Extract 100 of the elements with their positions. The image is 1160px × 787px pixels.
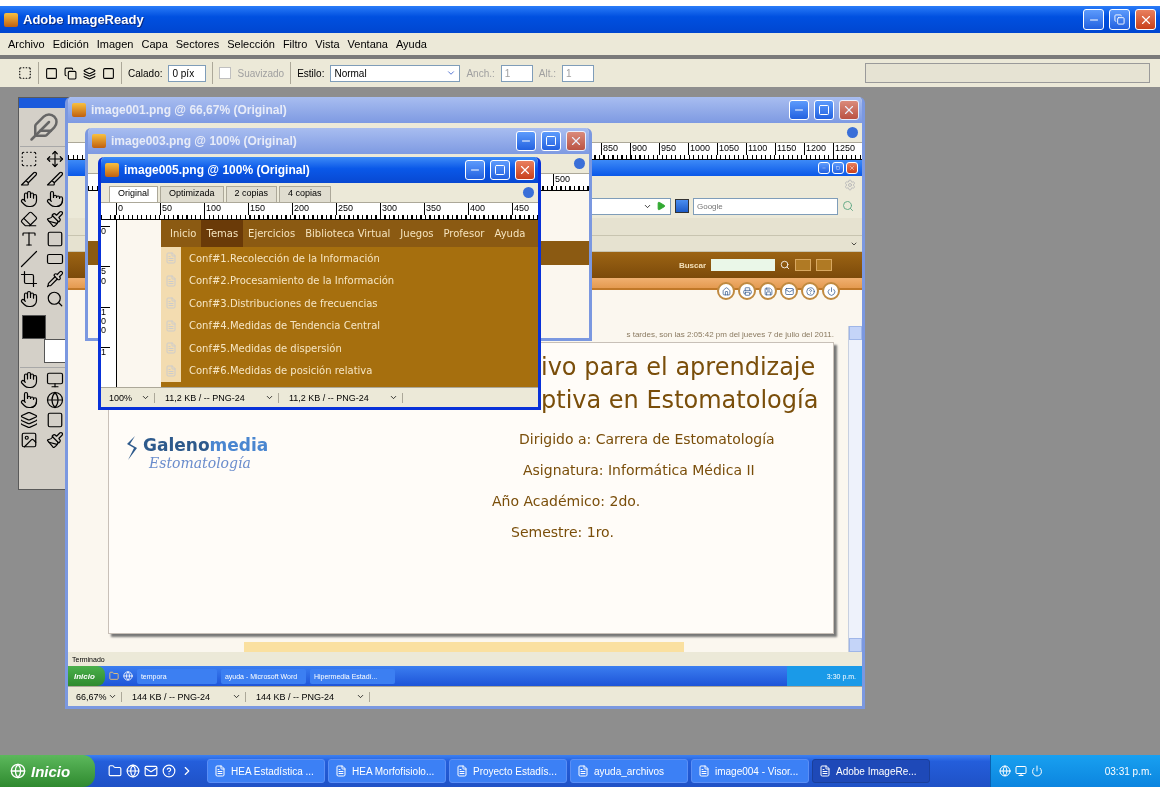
quick-launch-icon[interactable] xyxy=(162,764,176,778)
style-dropdown[interactable]: Normal xyxy=(330,64,461,82)
menu-item[interactable]: Conf#5.Medidas de dispersión xyxy=(189,342,342,354)
quick-launch-icon[interactable] xyxy=(108,764,122,778)
selection-mode-icon[interactable] xyxy=(83,66,96,80)
restore-button[interactable] xyxy=(1109,9,1130,30)
minimize-button[interactable] xyxy=(465,160,485,180)
selection-mode-icon[interactable] xyxy=(102,66,115,80)
menu-arrow-button[interactable] xyxy=(574,158,585,169)
crop-icon[interactable] xyxy=(20,270,38,288)
minimize-button[interactable] xyxy=(789,100,809,120)
close-button[interactable] xyxy=(839,100,859,120)
menu-item[interactable]: Archivo xyxy=(4,38,49,50)
site-search-field[interactable] xyxy=(711,259,775,271)
menu-arrow-button[interactable] xyxy=(847,127,858,138)
zoom-icon[interactable] xyxy=(46,290,64,308)
menu-item[interactable]: Edición xyxy=(48,38,93,50)
menu-item[interactable]: Conf#4.Medidas de Tendencia Central xyxy=(189,320,381,332)
menu-item[interactable]: Filtro xyxy=(278,38,312,50)
tray-icon[interactable] xyxy=(1031,765,1043,777)
search-field[interactable]: Google xyxy=(693,197,838,215)
background-color-swatch[interactable] xyxy=(44,339,68,363)
menu-item[interactable]: Conf#1.Recolección de la Información xyxy=(189,252,380,264)
tray-icon[interactable] xyxy=(1015,765,1027,777)
nav-item[interactable]: Ayuda xyxy=(489,220,531,247)
brush-icon[interactable] xyxy=(46,431,64,449)
selection-mode-icon[interactable] xyxy=(45,66,58,80)
view-tab[interactable]: Original xyxy=(109,186,158,202)
foreground-color-swatch[interactable] xyxy=(22,315,46,339)
close-button[interactable] xyxy=(846,162,858,174)
screen-icon[interactable] xyxy=(46,371,64,389)
eyedropper-icon[interactable] xyxy=(46,270,64,288)
scrollbar[interactable] xyxy=(848,326,862,652)
knife-icon[interactable] xyxy=(46,170,64,188)
close-button[interactable] xyxy=(1135,9,1156,30)
folder-icon[interactable] xyxy=(108,671,119,681)
taskbar-button[interactable]: Adobe ImageRe... xyxy=(812,759,930,783)
text-tool-icon[interactable] xyxy=(20,230,38,248)
zoom-dropdown[interactable]: 66,67% xyxy=(72,691,122,702)
minimize-button[interactable] xyxy=(516,131,536,151)
close-button[interactable] xyxy=(566,131,586,151)
pointer-icon[interactable] xyxy=(20,391,38,409)
search-engine-icon[interactable] xyxy=(675,199,689,213)
marquee-icon[interactable] xyxy=(20,150,38,168)
menu-item[interactable]: Selección xyxy=(223,38,279,50)
nav-item[interactable]: Ejercicios xyxy=(243,220,301,247)
minimize-button[interactable] xyxy=(818,162,830,174)
view-tab[interactable]: Optimizada xyxy=(160,186,224,202)
view-tab[interactable]: 2 copias xyxy=(225,186,278,202)
maximize-button[interactable] xyxy=(541,131,561,151)
menu-item[interactable]: Conf#6.Medidas de posición relativa xyxy=(189,365,373,377)
pointer-icon[interactable] xyxy=(46,190,64,208)
view-tab[interactable]: 4 copias xyxy=(279,186,331,202)
nav-item[interactable]: Profesor xyxy=(438,220,490,247)
close-button[interactable] xyxy=(515,160,535,180)
taskbar-button[interactable]: HEA Morfofisiolo... xyxy=(328,759,446,783)
menu-arrow-button[interactable] xyxy=(523,187,534,198)
maximize-button[interactable] xyxy=(832,162,844,174)
nav-item[interactable]: Temas xyxy=(201,220,244,247)
eraser-icon[interactable] xyxy=(20,210,38,228)
knife-icon[interactable] xyxy=(20,170,38,188)
image-icon[interactable] xyxy=(20,431,38,449)
square-icon[interactable] xyxy=(46,411,64,429)
feather-field[interactable]: 0 píx xyxy=(168,64,207,82)
search-icon[interactable] xyxy=(780,260,790,270)
size-dropdown[interactable]: 144 KB / -- PNG-24 xyxy=(252,691,370,702)
selection-mode-icon[interactable] xyxy=(64,66,77,80)
taskbar-button[interactable]: Proyecto Estadís... xyxy=(449,759,567,783)
round-nav-button[interactable] xyxy=(801,282,819,300)
tray-icon[interactable] xyxy=(999,765,1011,777)
brush-icon[interactable] xyxy=(46,210,64,228)
round-nav-button[interactable] xyxy=(759,282,777,300)
menu-item[interactable]: Sectores xyxy=(171,38,224,50)
minimize-button[interactable] xyxy=(1083,9,1104,30)
taskbar-button[interactable]: ayuda_archivos xyxy=(570,759,688,783)
menu-item[interactable]: Conf#2.Procesamiento de la Información xyxy=(189,275,395,287)
round-nav-button[interactable] xyxy=(717,282,735,300)
rectangle-icon[interactable] xyxy=(46,230,64,248)
menu-item[interactable]: Imagen xyxy=(92,38,138,50)
nav-item[interactable]: Juegos xyxy=(395,220,439,247)
marquee-icon[interactable] xyxy=(18,66,32,80)
hand-icon[interactable] xyxy=(20,190,38,208)
maximize-button[interactable] xyxy=(814,100,834,120)
layers-icon[interactable] xyxy=(20,411,38,429)
menu-item[interactable]: Vista xyxy=(311,38,344,50)
line-icon[interactable] xyxy=(20,250,38,268)
taskbar-button[interactable]: image004 - Visor... xyxy=(691,759,809,783)
nav-item[interactable]: Inicio xyxy=(165,220,202,247)
round-nav-button[interactable] xyxy=(780,282,798,300)
menu-item[interactable]: Ayuda xyxy=(392,38,431,50)
size-dropdown[interactable]: 11,2 KB / -- PNG-24 xyxy=(285,392,403,403)
menu-item[interactable]: Ventana xyxy=(343,38,392,50)
round-nav-button[interactable] xyxy=(738,282,756,300)
quick-launch-icon[interactable] xyxy=(126,764,140,778)
round-nav-button[interactable] xyxy=(822,282,840,300)
globe-icon[interactable] xyxy=(46,391,64,409)
size-dropdown[interactable]: 11,2 KB / -- PNG-24 xyxy=(161,392,279,403)
size-dropdown[interactable]: 144 KB / -- PNG-24 xyxy=(128,691,246,702)
menu-item[interactable]: Capa xyxy=(137,38,172,50)
menu-item[interactable]: Conf#3.Distribuciones de frecuencias xyxy=(189,297,378,309)
